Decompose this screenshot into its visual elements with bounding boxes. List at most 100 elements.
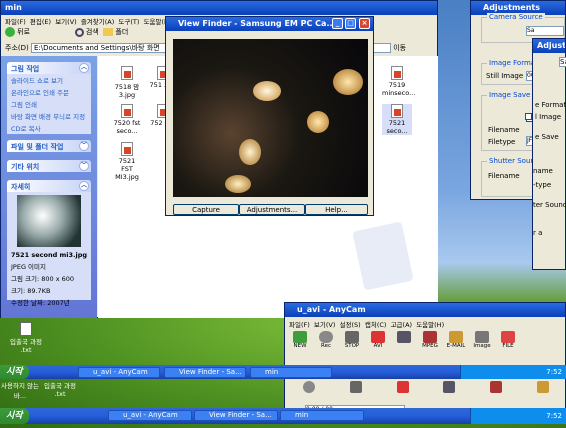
type-label: -type [533, 181, 552, 189]
record-icon[interactable] [303, 381, 316, 393]
anycam-menu-help[interactable]: 도움말(H) [416, 321, 444, 329]
close-icon[interactable]: × [359, 18, 370, 29]
new-tool[interactable]: NEW [289, 331, 311, 353]
folders-icon [103, 28, 114, 36]
task-print[interactable]: 그림 인쇄 [7, 98, 91, 110]
adjustments-front-titlebar[interactable]: Adjustments [533, 39, 565, 53]
chevron-up-icon[interactable]: ︿ [79, 63, 89, 73]
rec-tool[interactable]: Rec [315, 331, 337, 353]
other-places-header[interactable]: 기타 위치 ﹀ [7, 160, 91, 172]
chevron-down-icon[interactable]: ﹀ [79, 161, 89, 171]
task-copy-cd[interactable]: CD로 복사 [7, 122, 91, 134]
file-tool[interactable]: FILE [497, 331, 519, 353]
adjustments-button[interactable]: Adjustments... [239, 204, 305, 215]
file-item[interactable]: 7519 minseco... [382, 66, 415, 97]
start-label: 시작 [6, 411, 23, 421]
go-button[interactable]: 이동 [393, 44, 406, 52]
anycam-menu-advanced[interactable]: 고급(A) [391, 321, 412, 329]
adjust-front-field[interactable]: Sa [559, 57, 566, 67]
taskbar-upper: 시작 u_avi - AnyCam View Finder - Sa... mi… [0, 365, 566, 379]
explorer-title: min [5, 3, 22, 12]
still-image-label: Still Image [486, 72, 524, 80]
mpeg-icon [423, 331, 437, 343]
file-label: 7520 fst seco... [113, 119, 141, 135]
task-min[interactable]: min [280, 409, 364, 421]
file-label: 7521 seco... [386, 119, 408, 135]
file-item[interactable]: 7518 맘3.jpg [112, 66, 142, 99]
folders-button[interactable]: 폴더 [115, 28, 128, 36]
camera-source-field[interactable]: Sa [526, 26, 564, 36]
explorer-titlebar[interactable]: min [1, 1, 437, 15]
jpeg-file-icon [121, 142, 133, 156]
filename-label: Filename [488, 126, 520, 134]
file-item[interactable]: 7520 fst seco... [112, 104, 142, 135]
desktop-icon-unused[interactable]: 사용하지 않는 바... [0, 380, 40, 400]
chevron-down-icon[interactable]: ﹀ [79, 141, 89, 151]
avi-tool[interactable]: AVI [367, 331, 389, 353]
file-item[interactable]: 7521 seco... [382, 104, 412, 135]
viewfinder-titlebar[interactable]: View Finder - Samsung EM PC Ca... _ □ × [166, 17, 373, 31]
desktop-icon-txt[interactable]: 입출국 과정 .txt [40, 380, 80, 398]
details-header[interactable]: 자세히 ︿ [7, 180, 91, 192]
anycam-menu-capture[interactable]: 캡처(C) [365, 321, 387, 329]
film-tool[interactable] [393, 331, 415, 353]
mpeg-icon[interactable] [489, 381, 502, 393]
back-icon [5, 27, 15, 37]
file-tasks-panel: 파일 및 폴더 작업 ﹀ [7, 140, 91, 152]
anycam-toolbar: NEW Rec STOP AVI MPEG E-MAIL Image FILE [289, 331, 563, 353]
stop-icon[interactable] [349, 381, 362, 393]
task-order-prints[interactable]: 온라인으로 인쇄 주문 [7, 86, 91, 98]
task-anycam[interactable]: u_avi - AnyCam [78, 366, 160, 378]
film-icon[interactable] [443, 381, 456, 393]
task-set-background[interactable]: 바탕 화면 배경 무늬로 지정 [7, 110, 91, 122]
start-label: 시작 [6, 367, 23, 377]
anycam-menu-file[interactable]: 파일(F) [289, 321, 310, 329]
task-viewfinder[interactable]: View Finder - Sa... [164, 366, 246, 378]
desktop-icon-label: 입출국 과정 .txt [44, 382, 76, 398]
details-title: 자세히 [11, 183, 31, 191]
email-icon[interactable] [536, 381, 549, 393]
chevron-up-icon[interactable]: ︿ [79, 181, 89, 191]
preview-blob [333, 69, 363, 95]
filetype-label: Filetype [488, 138, 516, 146]
start-button[interactable]: 시작 [0, 408, 29, 424]
stop-tool[interactable]: STOP [341, 331, 363, 353]
text-file-icon [20, 322, 32, 336]
file-tasks-header[interactable]: 파일 및 폴더 작업 ﹀ [7, 140, 91, 152]
help-button[interactable]: Help... [305, 204, 368, 215]
task-min[interactable]: min [250, 366, 332, 378]
task-slideshow[interactable]: 슬라이드 쇼로 보기 [7, 74, 91, 86]
back-button[interactable]: 뒤로 [17, 28, 30, 36]
e-save-label: e Save [535, 133, 559, 141]
l-image-checkbox[interactable] [525, 113, 532, 120]
file-item[interactable]: 7521 FST MI3.jpg [112, 142, 142, 181]
task-viewfinder[interactable]: View Finder - Sa... [194, 409, 278, 421]
anycam-menu-settings[interactable]: 설정(S) [340, 321, 361, 329]
anycam-titlebar[interactable]: u_avi - AnyCam [285, 303, 565, 317]
mpeg-tool[interactable]: MPEG [419, 331, 441, 353]
jpeg-file-icon [121, 104, 133, 118]
image-tool[interactable]: Image [471, 331, 493, 353]
play-icon[interactable] [396, 381, 409, 393]
maximize-icon[interactable]: □ [345, 18, 356, 29]
rec-tool-label: Rec [321, 343, 331, 349]
avi-icon [371, 331, 385, 343]
start-button[interactable]: 시작 [0, 365, 29, 379]
desktop-icon-txt[interactable]: 입출국 과정 .txt [6, 322, 46, 354]
camera-source-label: Camera Source [487, 13, 545, 21]
new-tool-label: NEW [293, 343, 307, 349]
details-dims: 그림 크기: 800 x 600 [11, 275, 75, 283]
capture-button[interactable]: Capture [173, 204, 239, 215]
image-save-label: Image Save [487, 91, 533, 99]
film-icon [397, 331, 411, 343]
anycam-menu-view[interactable]: 보기(V) [314, 321, 335, 329]
minimize-icon[interactable]: _ [332, 18, 343, 29]
search-button[interactable]: 검색 [86, 28, 99, 36]
task-anycam[interactable]: u_avi - AnyCam [108, 409, 192, 421]
email-tool[interactable]: E-MAIL [445, 331, 467, 353]
picture-tasks-header[interactable]: 그림 작업 ︿ [7, 62, 91, 74]
explorer-task-pane: 그림 작업 ︿ 슬라이드 쇼로 보기 온라인으로 인쇄 주문 그림 인쇄 바탕 화… [1, 56, 97, 318]
adjustments-front-title: Adjustments [537, 41, 565, 50]
email-tool-label: E-MAIL [446, 343, 466, 349]
name-label: name [533, 167, 553, 175]
